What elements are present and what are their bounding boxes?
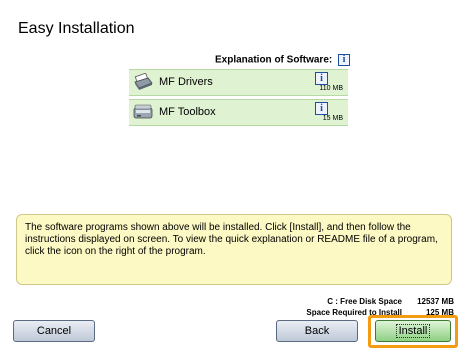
info-icon[interactable]: i <box>315 72 328 85</box>
install-button-label: Install <box>395 324 431 338</box>
cancel-button[interactable]: Cancel <box>13 320 95 342</box>
info-icon[interactable]: i <box>315 102 328 115</box>
printer-icon <box>133 72 153 91</box>
back-button[interactable]: Back <box>276 320 358 342</box>
window-title: Easy Installation <box>18 20 135 37</box>
software-name: MF Toolbox <box>159 106 216 118</box>
software-name: MF Drivers <box>159 76 213 88</box>
free-space-label: C : Free Disk Space <box>327 297 402 306</box>
software-size: 15 MB <box>322 115 343 122</box>
free-space-value: 12537 MB <box>417 297 454 306</box>
explanation-label: Explanation of Software: <box>214 54 333 66</box>
scanner-icon <box>133 103 153 121</box>
instruction-message: The software programs shown above will b… <box>16 214 452 285</box>
software-list: MF Drivers i 110 MB MF Toolbox i 15 MB <box>129 69 348 126</box>
software-item-mf-toolbox: MF Toolbox i 15 MB <box>129 99 348 126</box>
software-size: 110 MB <box>319 85 343 92</box>
info-icon[interactable]: i <box>338 54 350 66</box>
install-button[interactable]: Install <box>375 320 451 342</box>
explanation-row: Explanation of Software: i <box>0 54 350 66</box>
software-item-mf-drivers: MF Drivers i 110 MB <box>129 69 348 96</box>
